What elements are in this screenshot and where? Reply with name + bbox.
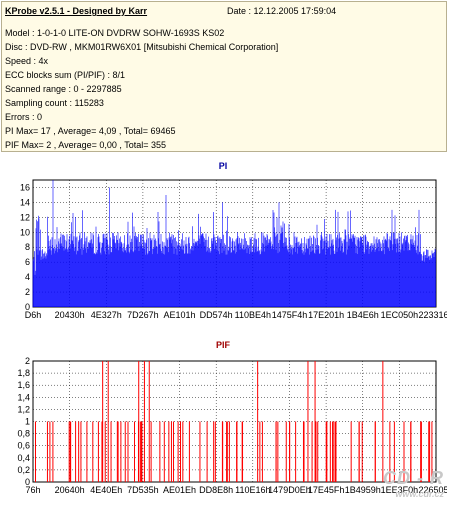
speed-line: Speed : 4x bbox=[5, 56, 49, 66]
watermark-url: www.cdr.cz bbox=[395, 489, 444, 499]
pi-xtick-label: 4E327h bbox=[91, 310, 122, 320]
pi-ytick-label: 12 bbox=[20, 212, 30, 222]
pi-xtick-label: AE101h bbox=[164, 310, 196, 320]
pi-ytick-label: 16 bbox=[20, 182, 30, 192]
pif-chart-title: PIF bbox=[216, 340, 231, 350]
pi-xtick-label: 1B4E6h bbox=[347, 310, 379, 320]
pif-chart-panel: PIF 0 0,2 0,4 0,6 0,8 1 1,2 1,4 1,6 1,8 2 76h 20640… bbox=[1, 334, 450, 504]
pif-xtick-label: 7D535h bbox=[127, 485, 159, 495]
watermark-logo: CD - R www.cdr.cz bbox=[383, 468, 444, 499]
pi-xtick-label: 1475F4h bbox=[272, 310, 308, 320]
pif-xtick-label: 110E16h bbox=[235, 485, 270, 495]
sampling-line: Sampling count : 115283 bbox=[5, 98, 104, 108]
pif-ytick-label: 1,4 bbox=[17, 392, 30, 402]
pi-ytick-label: 6 bbox=[25, 257, 30, 267]
pif-ytick-label: 2 bbox=[25, 356, 30, 366]
pif-xtick-label: 4E40Eh bbox=[90, 485, 122, 495]
pi-xtick-label: 110BE4h bbox=[235, 310, 271, 320]
pi-xtick-label: 223316h bbox=[418, 310, 447, 320]
model-line: Model : 1-0-1-0 LITE-ON DVDRW SOHW-1693S… bbox=[5, 28, 225, 38]
scan-date: Date : 12.12.2005 17:59:04 bbox=[227, 6, 337, 16]
pif-stats-line: PIF Max= 2 , Average= 0,00 , Total= 355 bbox=[5, 140, 167, 150]
pif-xtick-label: DD8E8h bbox=[199, 485, 233, 495]
pif-ytick-label: 1,8 bbox=[17, 368, 30, 378]
pi-ytick-label: 8 bbox=[25, 242, 30, 252]
pi-stats-line: PI Max= 17 , Average= 4,09 , Total= 6946… bbox=[5, 126, 176, 136]
pif-ytick-label: 1 bbox=[25, 417, 30, 427]
pif-ytick-label: 0,2 bbox=[17, 465, 30, 475]
pif-xtick-label: 20640h bbox=[55, 485, 85, 495]
pif-xtick-label: 1B4959h bbox=[345, 485, 381, 495]
app-title: KProbe v2.5.1 - Designed by Karr bbox=[5, 6, 148, 16]
pif-ytick-label: 0,4 bbox=[17, 453, 30, 463]
pif-ytick-label: 0,6 bbox=[17, 441, 30, 451]
info-panel: KProbe v2.5.1 - Designed by Karr Date : … bbox=[1, 1, 447, 152]
pi-xtick-label: 17E201h bbox=[308, 310, 344, 320]
pi-ytick-label: 2 bbox=[25, 287, 30, 297]
pif-xtick-label: 17E45Fh bbox=[308, 485, 345, 495]
pi-xtick-label: D6h bbox=[25, 310, 42, 320]
ecc-line: ECC blocks sum (PI/PIF) : 8/1 bbox=[5, 70, 126, 80]
pif-ytick-label: 0,8 bbox=[17, 429, 30, 439]
pi-ytick-label: 14 bbox=[20, 197, 30, 207]
pif-xtick-label: 1479D0Eh bbox=[268, 485, 311, 495]
pi-xtick-label: 20430h bbox=[55, 310, 85, 320]
disc-line: Disc : DVD-RW , MKM01RW6X01 [Mitsubishi … bbox=[5, 42, 279, 52]
pi-ytick-label: 4 bbox=[25, 272, 30, 282]
pif-ytick-label: 1,6 bbox=[17, 380, 30, 390]
pif-xtick-label: AE01Eh bbox=[163, 485, 196, 495]
pi-chart-panel: PI 0 2 4 6 8 10 12 14 16 D6h 20430h 4E327h 7D267h AE… bbox=[1, 155, 450, 330]
watermark-text: CD - R bbox=[383, 468, 444, 488]
pi-xtick-label: 1EC050h bbox=[381, 310, 419, 320]
pi-chart-title: PI bbox=[219, 161, 228, 171]
pif-chart: PIF 00,20,40,60,811,21,41,61,82 76h 20640… bbox=[17, 340, 450, 495]
pi-chart: PI 0246810121416 D6h 20430h 4E327h 7D267h AE… bbox=[20, 161, 450, 320]
range-line: Scanned range : 0 - 2297885 bbox=[5, 84, 122, 94]
errors-line: Errors : 0 bbox=[5, 112, 43, 122]
pif-ytick-label: 1,2 bbox=[17, 404, 30, 414]
pi-xtick-label: 7D267h bbox=[127, 310, 159, 320]
pif-xtick-label: 76h bbox=[25, 485, 40, 495]
pi-xtick-label: DD574h bbox=[200, 310, 233, 320]
pi-ytick-label: 10 bbox=[20, 227, 30, 237]
